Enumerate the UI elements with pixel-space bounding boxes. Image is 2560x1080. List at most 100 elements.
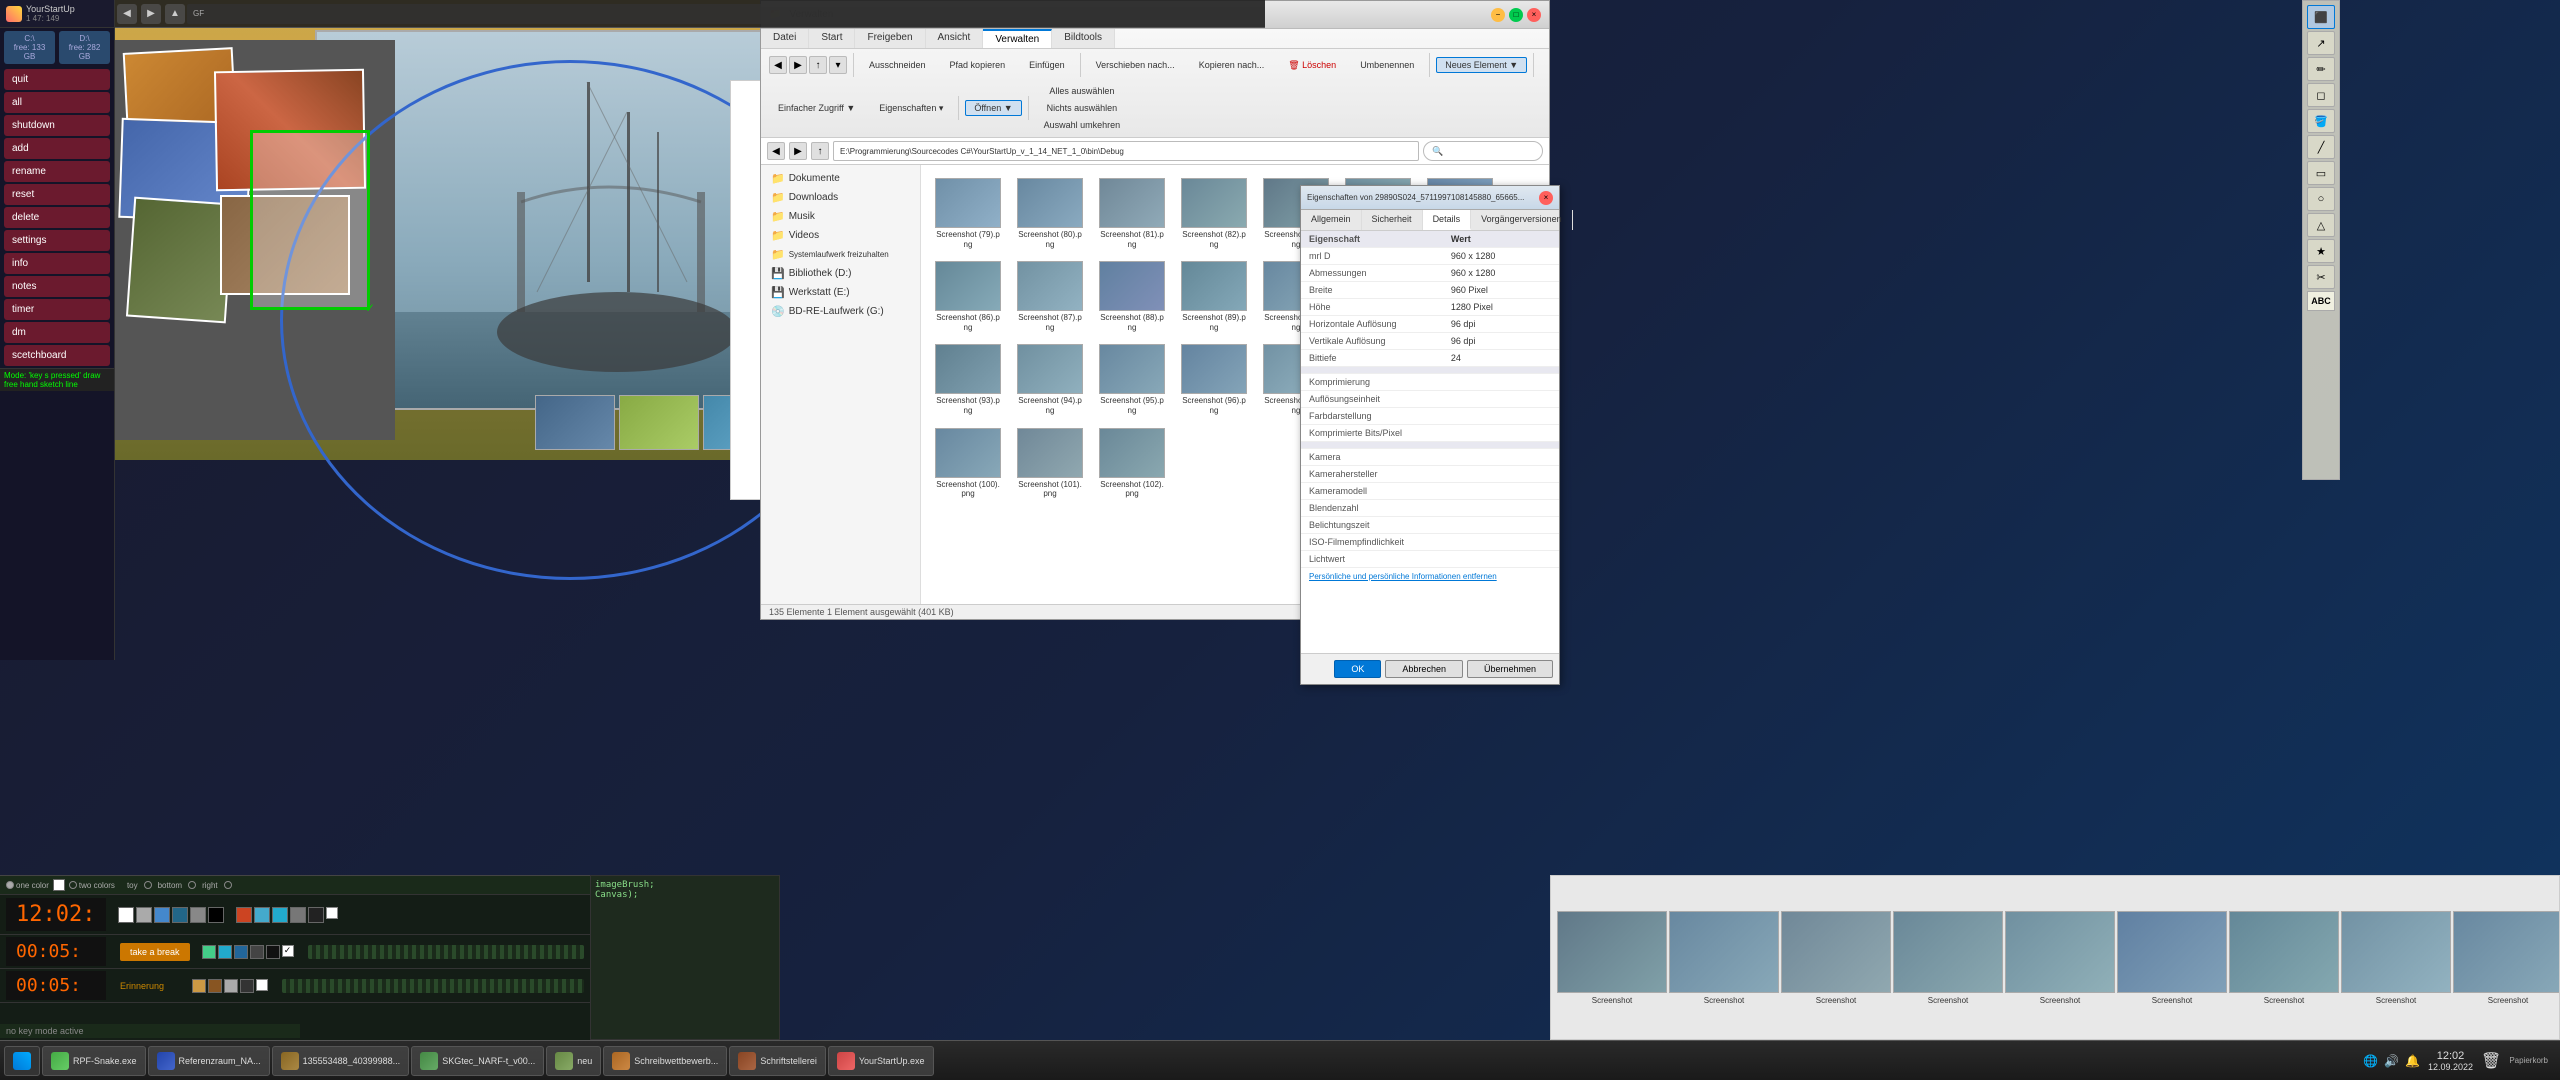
fe-tab-bildtools[interactable]: Bildtools <box>1052 29 1115 48</box>
cs-red[interactable] <box>236 907 252 923</box>
fe-properties-btn[interactable]: Eigenschaften ▾ <box>870 100 952 117</box>
fe-file-79[interactable]: Screenshot (79).png <box>929 173 1007 254</box>
take-break-btn[interactable]: take a break <box>120 943 190 961</box>
fe-cut-btn[interactable]: Ausschneiden <box>860 57 935 73</box>
taskbar-schreib[interactable]: Schreibwettbewerb... <box>603 1046 727 1076</box>
fe-down[interactable]: ▾ <box>829 56 847 74</box>
btn-info-page[interactable]: info <box>4 253 110 274</box>
clock[interactable]: 12:02 12.09.2022 <box>2428 1050 2473 1072</box>
props-ok-btn[interactable]: OK <box>1334 660 1381 678</box>
ss-item-3[interactable]: Screenshot <box>1893 911 2003 1005</box>
fe-file-89[interactable]: Screenshot (89).png <box>1175 256 1253 337</box>
fe-delete-btn[interactable]: 🗑 Löschen <box>1279 57 1345 74</box>
ss-item-1[interactable]: Screenshot <box>1669 911 1779 1005</box>
speaker-icon[interactable]: 🔊 <box>2384 1054 2399 1068</box>
taskbar-start-btn[interactable] <box>4 1046 40 1076</box>
color-swatch-white[interactable] <box>53 879 65 891</box>
fe-address-box[interactable]: E:\Programmierung\Sourcecodes C#\YourSta… <box>833 141 1419 161</box>
radio-right[interactable] <box>224 881 232 889</box>
fe-minimize-btn[interactable]: − <box>1491 8 1505 22</box>
cs-blue[interactable] <box>154 907 170 923</box>
fe-tree-videos[interactable]: 📁 Videos <box>761 226 920 245</box>
cs-green[interactable] <box>202 945 216 959</box>
cs-black[interactable] <box>208 907 224 923</box>
btn-notes[interactable]: notes <box>4 276 110 297</box>
fe-tab-freigeben[interactable]: Freigeben <box>855 29 925 48</box>
fe-file-81[interactable]: Screenshot (81).png <box>1093 173 1171 254</box>
opt-one-color[interactable]: one color <box>6 881 49 890</box>
btn-reset[interactable]: reset <box>4 184 110 205</box>
nav-back[interactable]: ◀ <box>117 4 137 24</box>
taskbar-schrift[interactable]: Schriftstellerei <box>729 1046 826 1076</box>
fe-search-box[interactable]: 🔍 <box>1423 141 1543 161</box>
cs-gray[interactable] <box>136 907 152 923</box>
props-tab-details[interactable]: Details <box>1423 210 1472 230</box>
fe-file-86[interactable]: Screenshot (86).png <box>929 256 1007 337</box>
fe-file-94[interactable]: Screenshot (94).png <box>1011 339 1089 420</box>
fe-copy-to-btn[interactable]: Kopieren nach... <box>1190 57 1274 73</box>
props-tab-vorgaenger[interactable]: Vorgängerversionen <box>1471 210 1573 230</box>
fe-addr-back[interactable]: ◀ <box>767 142 785 160</box>
fe-tree-bibliothek[interactable]: 💾 Bibliothek (D:) <box>761 264 920 283</box>
cs-orange[interactable] <box>192 979 206 993</box>
taskbar-rpf-snake[interactable]: RPF-Snake.exe <box>42 1046 146 1076</box>
cs-med[interactable] <box>190 907 206 923</box>
cs-silver[interactable] <box>224 979 238 993</box>
tool-text-abc[interactable]: ABC <box>2307 291 2335 311</box>
tool-fill[interactable]: 🪣 <box>2307 109 2335 133</box>
btn-add[interactable]: add <box>4 138 110 159</box>
tool-crop[interactable]: ✂ <box>2307 265 2335 289</box>
fe-tab-start[interactable]: Start <box>809 29 855 48</box>
fe-open-btn[interactable]: Öffnen ▼ <box>965 100 1021 116</box>
fe-easy-access-btn[interactable]: Einfacher Zugriff ▼ <box>769 100 864 116</box>
fe-tree-dokumente[interactable]: 📁 Dokumente <box>761 169 920 188</box>
fe-file-93[interactable]: Screenshot (93).png <box>929 339 1007 420</box>
fe-select-all-btn[interactable]: Alles auswählen <box>1035 83 1130 99</box>
fe-close-btn[interactable]: × <box>1527 8 1541 22</box>
ss-item-5[interactable]: Screenshot <box>2117 911 2227 1005</box>
props-tab-allgemein[interactable]: Allgemein <box>1301 210 1362 230</box>
cs-lightblue[interactable] <box>272 907 288 923</box>
tool-pencil[interactable]: ✏ <box>2307 57 2335 81</box>
tool-select[interactable]: ⬛ <box>2307 5 2335 29</box>
cs-db[interactable] <box>234 945 248 959</box>
taskbar-referenz[interactable]: Referenzraum_NA... <box>148 1046 270 1076</box>
fe-tree-downloads[interactable]: 📁 Downloads <box>761 188 920 207</box>
fe-up[interactable]: ↑ <box>809 56 827 74</box>
ss-item-0[interactable]: Screenshot <box>1557 911 1667 1005</box>
opt-two-colors[interactable]: two colors <box>69 881 115 890</box>
fe-tree-bdre[interactable]: 💿 BD-RE-Laufwerk (G:) <box>761 302 920 321</box>
fe-addr-fwd[interactable]: ▶ <box>789 142 807 160</box>
fe-invert-btn[interactable]: Auswahl umkehren <box>1035 117 1130 133</box>
tool-arrow[interactable]: ↗ <box>2307 31 2335 55</box>
btn-all[interactable]: all <box>4 92 110 113</box>
ss-item-6[interactable]: Screenshot <box>2229 911 2339 1005</box>
scrubber-2[interactable] <box>308 945 584 959</box>
cs-white[interactable] <box>118 907 134 923</box>
fe-file-96[interactable]: Screenshot (96).png <box>1175 339 1253 420</box>
fe-tab-ansicht[interactable]: Ansicht <box>926 29 984 48</box>
fe-move-to-btn[interactable]: Verschieben nach... <box>1087 57 1184 73</box>
fe-new-element-btn[interactable]: Neues Element ▼ <box>1436 57 1527 73</box>
btn-shutdown[interactable]: shutdown <box>4 115 110 136</box>
fe-maximize-btn[interactable]: □ <box>1509 8 1523 22</box>
btn-rename[interactable]: rename <box>4 161 110 182</box>
props-remove-info-link[interactable]: Persönliche und persönliche Informatione… <box>1301 568 1559 585</box>
btn-quit[interactable]: quit <box>4 69 110 90</box>
fe-file-88[interactable]: Screenshot (88).png <box>1093 256 1171 337</box>
cs-d[interactable] <box>250 945 264 959</box>
fe-file-102[interactable]: Screenshot (102).png <box>1093 423 1171 504</box>
props-tab-sicherheit[interactable]: Sicherheit <box>1362 210 1423 230</box>
tool-line[interactable]: ╱ <box>2307 135 2335 159</box>
fe-back[interactable]: ◀ <box>769 56 787 74</box>
fe-copy-path-btn[interactable]: Pfad kopieren <box>941 57 1015 73</box>
fe-tree-systemlaufwerk[interactable]: 📁 Systemlaufwerk freizuhalten <box>761 245 920 264</box>
recycle-bin-icon[interactable]: 🗑 <box>2481 1051 2501 1071</box>
fe-select-none-btn[interactable]: Nichts auswählen <box>1035 100 1130 116</box>
taskbar-skgtec[interactable]: SKGtec_NARF-t_v00... <box>411 1046 544 1076</box>
fe-addr-up[interactable]: ↑ <box>811 142 829 160</box>
cs-lb[interactable] <box>218 945 232 959</box>
radio-toy[interactable] <box>144 881 152 889</box>
fe-fwd[interactable]: ▶ <box>789 56 807 74</box>
ss-item-4[interactable]: Screenshot <box>2005 911 2115 1005</box>
